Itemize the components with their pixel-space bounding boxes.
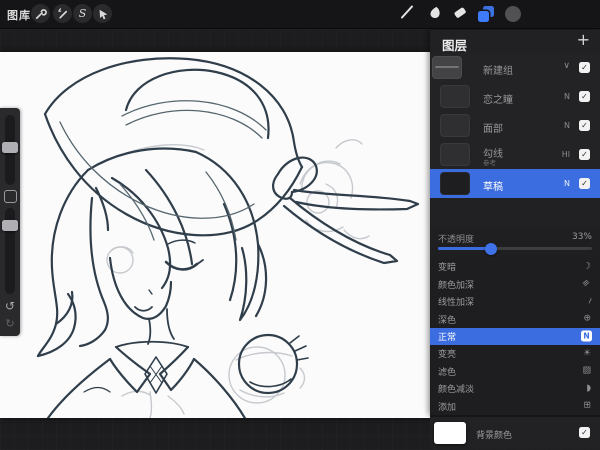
layer-row-selected[interactable]: 草稿 N ✓: [430, 169, 600, 198]
transform-arrow-icon: [97, 8, 109, 20]
blend-label: 变亮: [438, 350, 457, 361]
layer-group-row[interactable]: 新建组 ∨ ✓: [430, 53, 600, 83]
group-thumbnail: [432, 56, 462, 79]
smudge-tool-button[interactable]: [424, 4, 444, 24]
blend-label: 线性加深: [438, 298, 475, 309]
brush-icon: [399, 4, 415, 24]
background-color-swatch[interactable]: [434, 422, 466, 444]
linear-burn-icon: ≀: [586, 295, 593, 307]
add-icon: ⊞: [583, 400, 591, 411]
blend-label: 颜色减淡: [438, 385, 475, 396]
layers-icon: [478, 6, 494, 22]
opacity-value: 33%: [571, 232, 592, 242]
opacity-slider-thumb[interactable]: [485, 242, 497, 255]
blend-label: 变暗: [438, 263, 457, 274]
brush-opacity-handle[interactable]: [2, 220, 18, 231]
layer-thumbnail: [440, 172, 470, 195]
blend-mode-normal-selected[interactable]: 正常 N: [430, 327, 600, 346]
layer-thumbnail: [440, 114, 470, 137]
eraser-tool-button[interactable]: [450, 4, 470, 24]
adjustments-button[interactable]: [53, 4, 72, 23]
layer-name: 面部: [483, 124, 503, 135]
blend-label: 正常: [438, 332, 457, 343]
blend-mode-screen[interactable]: 滤色 ▨: [430, 363, 600, 380]
blend-mode-linear-burn[interactable]: 线性加深 ≀: [430, 293, 600, 310]
background-visibility-checkbox[interactable]: ✓: [579, 427, 590, 438]
wrench-icon: [34, 7, 47, 20]
blend-mode-lighten[interactable]: 变亮 ☀: [430, 345, 600, 362]
layer-visibility-checkbox[interactable]: ✓: [579, 120, 590, 131]
opacity-slider-fill: [438, 247, 490, 250]
layer-thumbnail: [440, 85, 470, 108]
blend-mode-list: 变暗 ☽ 颜色加深 ≡ 线性加深 ≀ 深色 ⊕ 正常 N 变亮 ☀ 滤色 ▨ 颜…: [430, 258, 600, 415]
color-dodge-icon: ◗: [586, 383, 591, 394]
blend-mode-badge[interactable]: N: [564, 92, 570, 101]
blend-label: 添加: [438, 402, 457, 413]
layer-thumbnail: [440, 143, 470, 166]
blend-label: 深色: [438, 315, 457, 326]
redo-button[interactable]: ↻: [0, 318, 20, 329]
eraser-icon: [452, 4, 468, 24]
blend-mode-color-burn[interactable]: 颜色加深 ≡: [430, 275, 600, 292]
layer-name: 草稿: [483, 182, 503, 193]
top-toolbar: 图库 S: [0, 0, 600, 29]
layer-name: 恋之瞳: [483, 95, 513, 106]
screen-icon: ▨: [582, 365, 591, 376]
gallery-button[interactable]: 图库: [7, 7, 31, 23]
smudge-finger-icon: [427, 5, 442, 24]
layers-panel-header: 图层 +: [430, 30, 600, 54]
blend-mode-badge[interactable]: N: [564, 179, 570, 188]
drawing-canvas[interactable]: [0, 52, 430, 418]
layer-row[interactable]: 恋之瞳 N ✓: [430, 82, 600, 112]
transform-button[interactable]: [93, 4, 112, 23]
add-layer-button[interactable]: +: [577, 32, 590, 48]
layers-panel: 图层 + 新建组 ∨ ✓ 恋之瞳 N ✓ 面部 N ✓ 勾线 参考 Hl ✓ 草…: [430, 30, 600, 449]
blend-label: 颜色加深: [438, 280, 475, 291]
blend-mode-add[interactable]: 添加 ⊞: [430, 398, 600, 415]
selection-icon: S: [78, 7, 87, 20]
blend-mode-badge[interactable]: N: [564, 121, 570, 130]
layer-row[interactable]: 勾线 参考 Hl ✓: [430, 140, 600, 170]
layer-reference-tag: 参考: [483, 159, 496, 167]
layer-row[interactable]: 面部 N ✓: [430, 111, 600, 141]
current-color-icon: [505, 6, 521, 22]
layer-visibility-checkbox[interactable]: ✓: [579, 91, 590, 102]
undo-button[interactable]: ↺: [0, 300, 20, 312]
normal-blend-icon: N: [581, 330, 592, 342]
background-color-row[interactable]: 背景颜色 ✓: [430, 415, 600, 449]
actions-button[interactable]: [31, 4, 50, 23]
blend-mode-badge[interactable]: Hl: [562, 150, 570, 159]
layers-panel-title: 图层: [442, 38, 468, 53]
brush-sidebar: ↺ ↻: [0, 108, 20, 336]
brush-size-handle[interactable]: [2, 142, 18, 153]
opacity-section: 不透明度 33%: [430, 228, 600, 259]
layers-panel-button[interactable]: [476, 4, 496, 24]
selection-button[interactable]: S: [73, 4, 92, 23]
color-burn-icon: ≡: [580, 277, 593, 291]
procreate-app: 图库 S ↺ ↻ 图层 + 新建组 ∨ ✓ 恋之瞳 N ✓ 面部 N ✓ 勾线 …: [0, 0, 600, 450]
background-color-label: 背景颜色: [476, 431, 513, 441]
blend-label: 滤色: [438, 367, 457, 378]
moon-icon: ☽: [582, 261, 591, 272]
group-name: 新建组: [483, 66, 513, 77]
brush-tool-button[interactable]: [397, 4, 417, 24]
darker-color-icon: ⊕: [583, 313, 591, 324]
opacity-label: 不透明度: [438, 235, 475, 245]
group-visibility-checkbox[interactable]: ✓: [579, 62, 590, 73]
chevron-down-icon[interactable]: ∨: [563, 61, 570, 71]
layer-visibility-checkbox[interactable]: ✓: [579, 149, 590, 160]
blend-mode-darker-color[interactable]: 深色 ⊕: [430, 310, 600, 327]
sun-icon: ☀: [582, 348, 591, 359]
canvas-artwork: [36, 57, 420, 418]
blend-mode-darken[interactable]: 变暗 ☽: [430, 258, 600, 275]
modify-button[interactable]: [4, 190, 17, 203]
color-picker-button[interactable]: [503, 4, 523, 24]
blend-mode-color-dodge[interactable]: 颜色减淡 ◗: [430, 380, 600, 397]
layer-visibility-checkbox[interactable]: ✓: [579, 178, 590, 189]
magic-wand-icon: [56, 7, 69, 20]
